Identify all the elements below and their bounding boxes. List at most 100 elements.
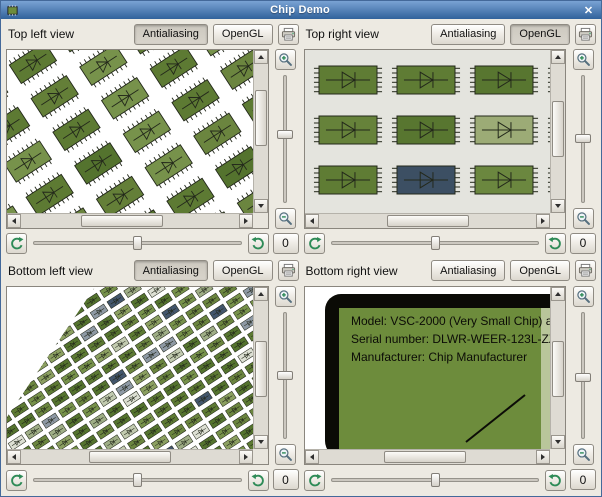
zoom-in-button[interactable] — [275, 285, 296, 307]
zoom-in-button[interactable] — [275, 49, 296, 70]
close-button[interactable]: ✕ — [581, 4, 596, 17]
print-button[interactable] — [277, 23, 299, 45]
reset-button[interactable]: 0 — [570, 469, 596, 490]
rotate-left-button[interactable] — [303, 233, 325, 254]
graphics-view[interactable] — [303, 49, 566, 229]
graphics-view[interactable] — [6, 49, 269, 229]
scroll-left-button[interactable] — [304, 213, 319, 228]
opengl-button[interactable]: OpenGL — [212, 260, 273, 281]
horizontal-scroll-handle[interactable] — [81, 214, 163, 227]
vertical-scrollbar[interactable] — [252, 50, 268, 213]
scroll-right-button[interactable] — [536, 450, 550, 464]
vertical-scroll-handle[interactable] — [254, 340, 267, 397]
rotate-left-arrow-icon — [307, 236, 322, 251]
scroll-right-button[interactable] — [536, 213, 550, 228]
scroll-up-button[interactable] — [253, 50, 268, 64]
zoom-slider-handle[interactable] — [277, 370, 293, 380]
zoom-slider[interactable] — [573, 310, 594, 442]
titlebar[interactable]: Chip Demo ✕ — [1, 1, 601, 19]
antialiasing-button[interactable]: Antialiasing — [431, 260, 506, 281]
scrollbar-corner — [252, 212, 268, 228]
zoom-slider[interactable] — [275, 73, 296, 205]
zoom-slider-handle[interactable] — [277, 130, 293, 139]
horizontal-scrollbar[interactable] — [7, 449, 253, 464]
reset-button[interactable]: 0 — [570, 232, 596, 254]
arrow-down-icon — [257, 203, 264, 208]
rotate-left-button[interactable] — [6, 469, 27, 491]
rotate-right-button[interactable] — [247, 233, 269, 254]
reset-button[interactable]: 0 — [272, 232, 299, 254]
view-header: Top left view Antialiasing OpenGL — [6, 23, 299, 45]
zoom-slider[interactable] — [573, 73, 594, 205]
rotate-slider[interactable] — [329, 233, 542, 254]
horizontal-scrollbar[interactable] — [7, 212, 253, 228]
print-button[interactable] — [277, 260, 299, 281]
rotate-left-arrow-icon — [9, 473, 24, 488]
scroll-right-button[interactable] — [238, 213, 253, 228]
view-panel-bottom-right: Bottom right view Antialiasing OpenGL Mo… — [303, 260, 596, 492]
scene-bottom-left — [7, 286, 253, 449]
antialiasing-button[interactable]: Antialiasing — [133, 23, 208, 45]
opengl-button[interactable]: OpenGL — [510, 260, 570, 281]
rotate-slider-handle[interactable] — [430, 236, 440, 250]
print-button[interactable] — [575, 260, 596, 281]
vertical-scrollbar[interactable] — [550, 50, 565, 213]
scroll-left-button[interactable] — [7, 213, 21, 228]
zoom-slider[interactable] — [275, 310, 296, 442]
vertical-scrollbar[interactable] — [550, 286, 565, 449]
scrollbar-corner — [550, 212, 565, 228]
rotate-slider-handle[interactable] — [133, 236, 142, 250]
zoom-in-button[interactable] — [572, 285, 594, 307]
antialiasing-button[interactable]: Antialiasing — [431, 23, 506, 45]
arrow-up-icon — [257, 291, 264, 296]
horizontal-scroll-handle[interactable] — [89, 451, 171, 463]
vertical-scrollbar[interactable] — [252, 286, 268, 449]
rotate-right-button[interactable] — [545, 233, 566, 254]
horizontal-scroll-handle[interactable] — [383, 451, 466, 463]
scroll-up-button[interactable] — [551, 50, 565, 64]
zoom-out-button[interactable] — [572, 207, 594, 229]
vertical-scroll-handle[interactable] — [552, 101, 564, 157]
antialiasing-button[interactable]: Antialiasing — [133, 260, 208, 281]
rotate-left-button[interactable] — [6, 233, 27, 254]
rotate-left-arrow-icon — [307, 473, 322, 488]
scroll-down-button[interactable] — [253, 198, 268, 213]
arrow-right-icon — [541, 217, 545, 224]
horizontal-scrollbar[interactable] — [304, 449, 550, 464]
scroll-up-button[interactable] — [253, 286, 268, 301]
horizontal-scroll-handle[interactable] — [386, 214, 469, 227]
rotate-right-button[interactable] — [545, 469, 566, 491]
opengl-button[interactable]: OpenGL — [212, 23, 273, 45]
rotate-slider[interactable] — [329, 470, 542, 491]
vertical-scroll-handle[interactable] — [552, 340, 564, 397]
scroll-down-button[interactable] — [551, 198, 565, 213]
scroll-left-button[interactable] — [7, 450, 21, 464]
graphics-view[interactable] — [6, 285, 269, 465]
zoom-out-button[interactable] — [572, 444, 594, 465]
zoom-out-button[interactable] — [275, 207, 296, 229]
rotate-right-button[interactable] — [247, 469, 269, 491]
horizontal-scrollbar[interactable] — [304, 212, 550, 228]
view-header: Bottom right view Antialiasing OpenGL — [304, 260, 596, 282]
magnifier-plus-icon — [278, 52, 293, 67]
scroll-up-button[interactable] — [551, 286, 565, 301]
rotate-slider[interactable] — [31, 470, 244, 491]
graphics-view[interactable]: Model: VSC-2000 (Very Small Chip) at 9 Se… — [303, 285, 566, 465]
scroll-left-button[interactable] — [304, 450, 319, 464]
rotate-slider-handle[interactable] — [133, 472, 142, 487]
rotate-slider[interactable] — [31, 233, 244, 254]
print-button[interactable] — [575, 23, 596, 45]
scroll-down-button[interactable] — [551, 435, 565, 449]
zoom-out-button[interactable] — [275, 444, 296, 465]
rotate-slider-handle[interactable] — [430, 472, 440, 487]
scroll-right-button[interactable] — [238, 450, 253, 464]
zoom-slider-handle[interactable] — [574, 372, 591, 382]
reset-button[interactable]: 0 — [272, 469, 299, 490]
rotate-left-button[interactable] — [303, 469, 325, 491]
zoom-slider-handle[interactable] — [574, 134, 591, 143]
magnifier-minus-icon — [278, 447, 293, 462]
zoom-in-button[interactable] — [572, 49, 594, 70]
opengl-button[interactable]: OpenGL — [510, 23, 570, 45]
vertical-scroll-handle[interactable] — [254, 90, 267, 146]
scroll-down-button[interactable] — [253, 435, 268, 449]
